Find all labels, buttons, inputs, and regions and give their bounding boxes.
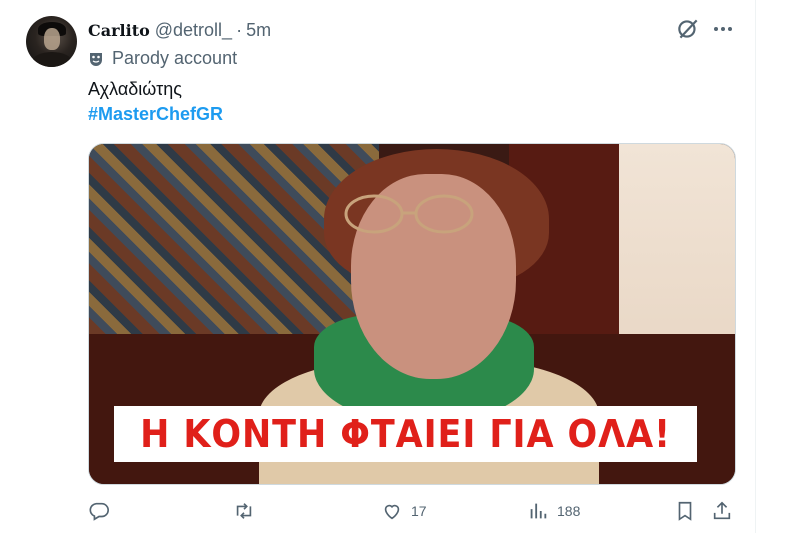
- tweet-image[interactable]: Η ΚΟΝΤΗ ΦΤΑΙΕΙ ΓΙΑ ΟΛΑ!: [88, 143, 736, 485]
- views-icon: [530, 503, 547, 519]
- retweet-icon: [236, 503, 252, 519]
- parody-label-text: Parody account: [112, 48, 238, 68]
- retweet-button[interactable]: [233, 500, 255, 522]
- action-bar: 17 188: [0, 500, 755, 524]
- heart-icon: [384, 504, 400, 520]
- views-count: 188: [557, 503, 581, 519]
- reply-icon: [89, 502, 109, 521]
- tweet-article[interactable]: Carlito @detroll_ · 5m Parody account Αχ…: [0, 0, 756, 533]
- bookmark-button[interactable]: [674, 500, 696, 522]
- tweet-text: Αχλαδιώτης: [88, 79, 182, 99]
- separator-dot: ·: [236, 19, 243, 40]
- reply-button[interactable]: [88, 500, 110, 522]
- like-button[interactable]: 17: [381, 500, 427, 522]
- timestamp[interactable]: 5m: [246, 20, 271, 41]
- share-button[interactable]: [711, 500, 733, 522]
- parody-label: Parody account: [88, 48, 237, 69]
- share-icon: [713, 501, 731, 520]
- image-caption-text: Η ΚΟΝΤΗ ΦΤΑΙΕΙ ΓΙΑ ΟΛΑ!: [140, 412, 671, 456]
- avatar[interactable]: [26, 16, 77, 67]
- views-button[interactable]: 188: [527, 500, 580, 522]
- user-handle[interactable]: @detroll_: [155, 20, 232, 41]
- like-count: 17: [411, 503, 427, 519]
- tweet-header: Carlito @detroll_ · 5m: [88, 18, 271, 42]
- more-icon[interactable]: [710, 16, 736, 42]
- grok-icon[interactable]: [675, 16, 701, 42]
- display-name[interactable]: Carlito: [88, 21, 150, 40]
- mask-icon: [90, 52, 102, 66]
- hashtag-link[interactable]: #MasterChefGR: [88, 104, 223, 125]
- image-caption: Η ΚΟΝΤΗ ΦΤΑΙΕΙ ΓΙΑ ΟΛΑ!: [114, 406, 697, 462]
- bookmark-icon: [678, 501, 692, 521]
